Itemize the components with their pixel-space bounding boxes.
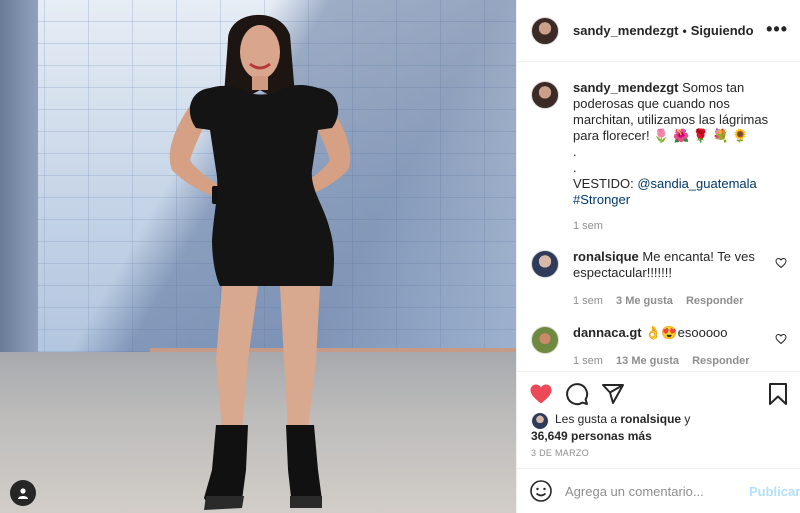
comment-username[interactable]: ronalsique (573, 249, 639, 264)
caption-dot: . (573, 144, 577, 159)
bookmark-icon (769, 383, 787, 405)
comment-item: dannaca.gt 👌😍esooooo 1 sem 13 Me gusta R… (531, 325, 793, 369)
user-tag-button[interactable] (10, 480, 36, 506)
avatar[interactable] (531, 250, 559, 278)
reply-button[interactable]: Responder (686, 295, 743, 307)
caption-username[interactable]: sandy_mendezgt (573, 80, 678, 95)
user-tag-icon (18, 488, 28, 499)
save-button[interactable] (767, 382, 789, 406)
header-username[interactable]: sandy_mendezgt (573, 23, 678, 38)
post-header: sandy_mendezgt • Siguiendo ••• (517, 0, 800, 62)
emoji-icon (530, 480, 552, 502)
heart-filled-icon (530, 384, 552, 404)
avatar[interactable] (531, 16, 559, 45)
avatar[interactable] (531, 326, 559, 354)
post-side-panel: sandy_mendezgt • Siguiendo ••• sandy_men… (516, 0, 800, 513)
post-photo[interactable] (0, 0, 516, 513)
hashtag-link[interactable]: #Stronger (573, 192, 630, 207)
add-comment-bar: Publicar (517, 468, 800, 513)
comment-likes[interactable]: 3 Me gusta (616, 295, 673, 307)
avatar[interactable] (531, 81, 559, 109)
heart-outline-icon (775, 333, 787, 345)
avatar[interactable] (532, 413, 548, 429)
caption-row: sandy_mendezgt Somos tan poderosas que c… (531, 80, 793, 234)
likes-summary: Les gusta a ronalsique y 36,649 personas… (531, 411, 789, 444)
like-button[interactable] (529, 382, 553, 406)
more-icon: ••• (766, 19, 788, 39)
comment-item: ronalsique Me encanta! Te ves espectacul… (531, 249, 793, 309)
likes-suffix: y (684, 412, 691, 426)
comment-button[interactable] (565, 382, 589, 406)
publish-button[interactable]: Publicar (749, 484, 800, 499)
separator-dot: • (682, 23, 687, 38)
vestido-label: VESTIDO: (573, 176, 634, 191)
post-date[interactable]: 3 DE MARZO (531, 448, 589, 458)
pillar (0, 0, 38, 352)
following-button[interactable]: Siguiendo (691, 23, 754, 38)
woman-in-black-dress (169, 14, 351, 510)
comment-time[interactable]: 1 sem (573, 295, 603, 307)
comment-input[interactable] (565, 483, 741, 499)
likes-user[interactable]: ronalsique (620, 412, 681, 426)
likes-prefix: Les gusta a (555, 412, 618, 426)
caption-time[interactable]: 1 sem (573, 220, 603, 232)
like-comment-button[interactable] (775, 333, 787, 348)
heart-outline-icon (775, 257, 787, 269)
comments-list[interactable]: sandy_mendezgt Somos tan poderosas que c… (517, 63, 800, 371)
reply-button[interactable]: Responder (692, 355, 749, 367)
post-actions: Les gusta a ronalsique y 36,649 personas… (517, 371, 800, 468)
comment-time[interactable]: 1 sem (573, 355, 603, 367)
emoji-button[interactable] (529, 479, 553, 503)
instagram-post-modal: sandy_mendezgt • Siguiendo ••• sandy_men… (0, 0, 800, 513)
comment-username[interactable]: dannaca.gt (573, 325, 642, 340)
comment-likes[interactable]: 13 Me gusta (616, 355, 679, 367)
like-comment-button[interactable] (775, 257, 787, 272)
share-button[interactable] (601, 382, 625, 406)
more-options-button[interactable]: ••• (766, 19, 788, 39)
comment-icon (566, 383, 589, 406)
mention-link[interactable]: @sandia_guatemala (637, 176, 756, 191)
caption-dot: . (573, 160, 577, 175)
likes-count[interactable]: 36,649 personas más (531, 429, 652, 443)
comment-text: 👌😍esooooo (645, 325, 728, 340)
share-icon (602, 384, 624, 404)
